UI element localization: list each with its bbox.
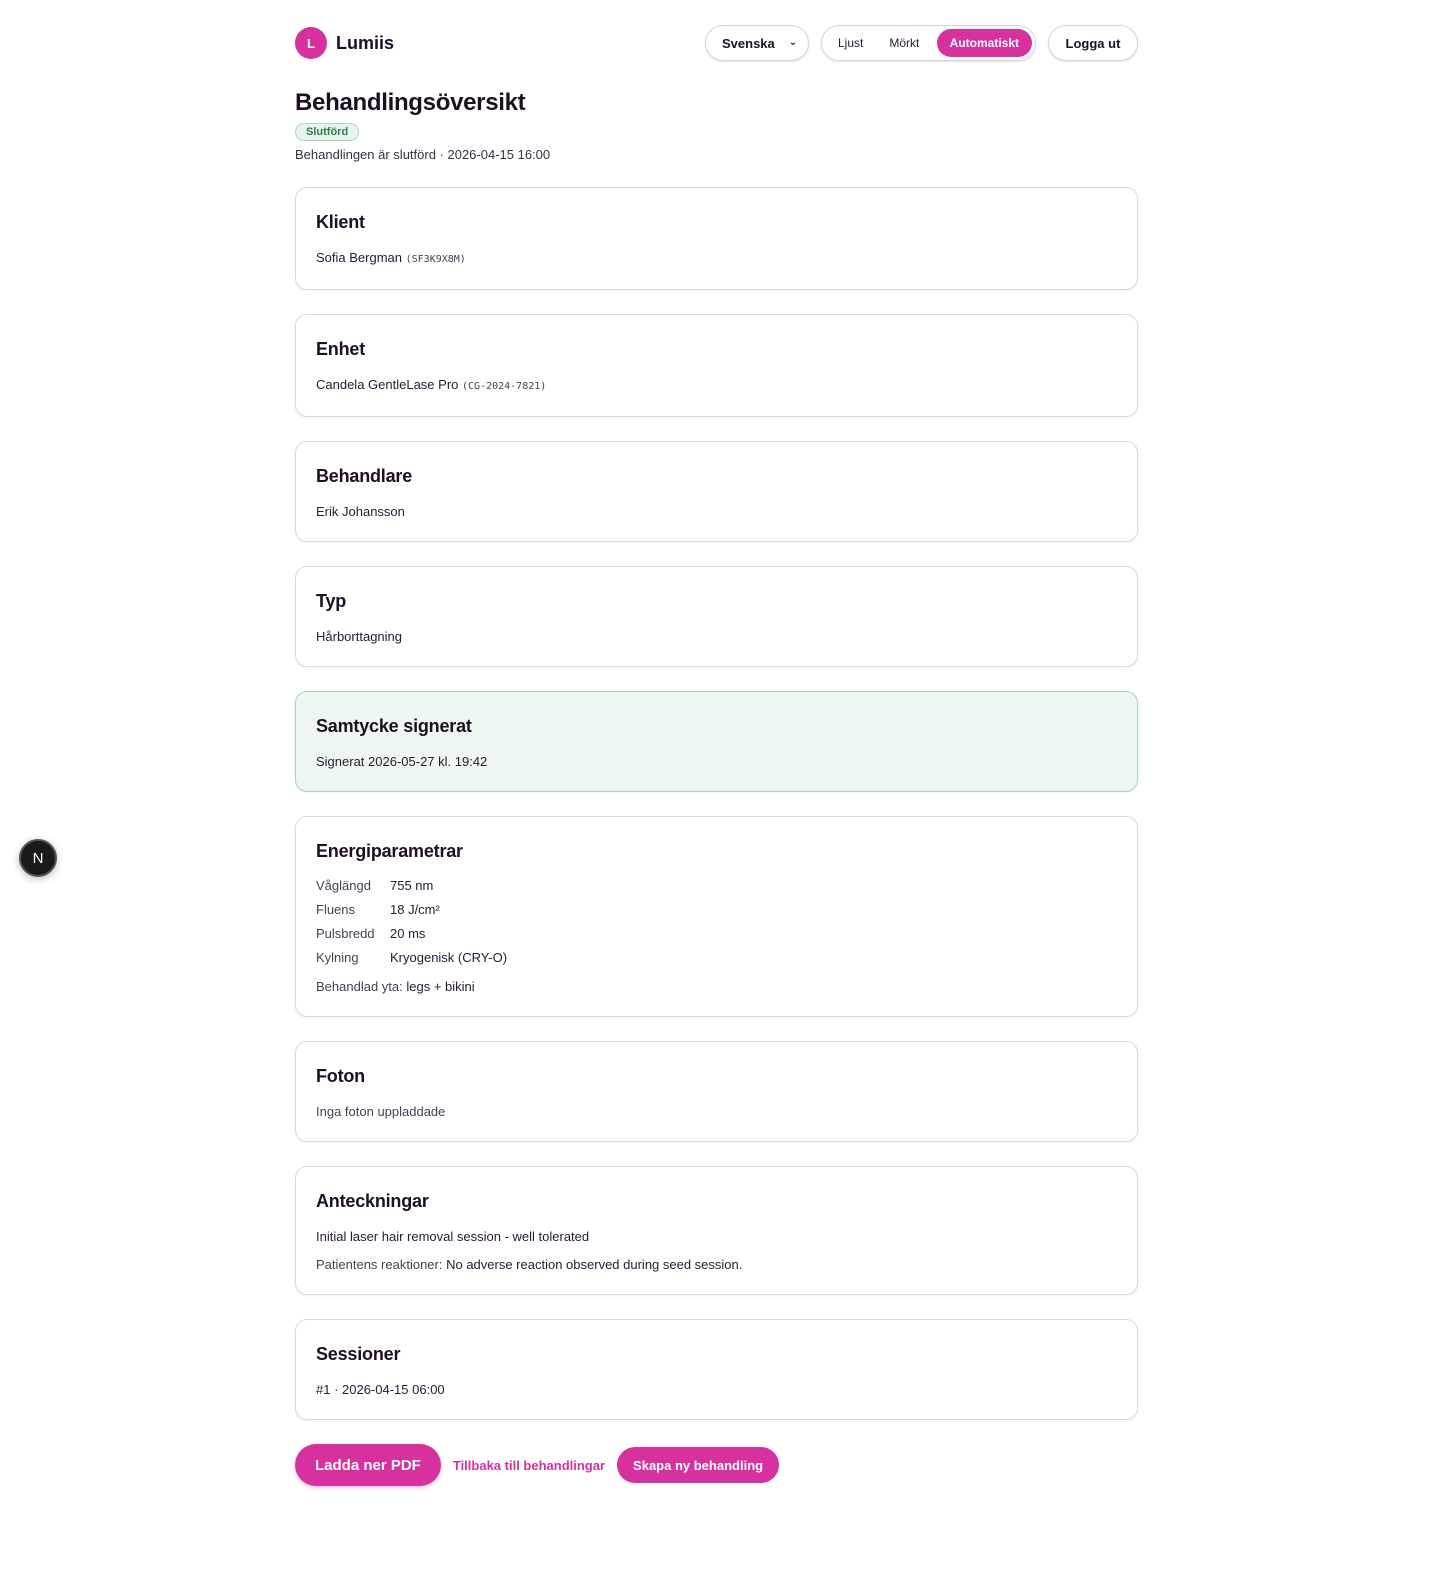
notes-card: Anteckningar Initial laser hair removal … [295,1166,1138,1295]
brand[interactable]: L Lumiis [295,27,394,59]
note-text: Initial laser hair removal session - wel… [316,1229,590,1244]
consent-card: Samtycke signerat Signerat 2026-05-27 kl… [295,691,1138,792]
treated-area-value: legs + bikini [406,979,475,994]
notes-card-title: Anteckningar [316,1191,429,1211]
photos-card: Foton Inga foton uppladdade [295,1041,1138,1142]
practitioner-name: Erik Johansson [316,504,405,519]
param-value: Kryogenisk (CRY-O) [390,950,508,965]
sessions-card-title: Sessioner [316,1344,401,1364]
language-select[interactable]: Svenska ⌄ [705,25,809,61]
energy-card: Energiparametrar Våglängd 755 nm Fluens … [295,816,1138,1017]
device-code: (CG-2024-7821) [462,381,547,392]
theme-switcher: Ljust Mörkt Automatiskt [821,25,1036,61]
patient-reactions-value: No adverse reaction observed during seed… [446,1257,743,1272]
device-card-title: Enhet [316,339,366,359]
param-label: Pulsbredd [316,926,375,941]
brand-logo-icon: L [295,27,327,59]
client-card: Klient Sofia Bergman (SF3K9X8M) [295,187,1138,290]
page-title: Behandlingsöversikt [295,89,526,116]
download-pdf-button[interactable]: Ladda ner PDF [295,1444,441,1486]
status-badge: Slutförd [295,123,360,141]
dev-tools-badge-icon[interactable]: N [19,839,57,877]
device-name: Candela GentleLase Pro [316,377,459,392]
treated-area-label: Behandlad yta: [316,979,403,994]
param-value: 755 nm [390,878,434,893]
page-container: L Lumiis Svenska ⌄ Ljust Mörkt Automatis… [295,0,1138,1486]
param-label: Kylning [316,950,359,965]
create-treatment-button[interactable]: Skapa ny behandling [617,1447,780,1483]
client-name: Sofia Bergman [316,250,402,265]
practitioner-card-title: Behandlare [316,466,413,486]
theme-option-auto[interactable]: Automatiskt [936,29,1032,57]
chevron-down-icon: ⌄ [788,37,798,48]
param-row: Fluens 18 J/cm² [316,898,507,922]
patient-reactions-label: Patientens reaktioner: [316,1257,443,1272]
param-row: Pulsbredd 20 ms [316,922,507,946]
device-card: Enhet Candela GentleLase Pro (CG-2024-78… [295,314,1138,417]
param-value: 20 ms [390,926,426,941]
cards-list: Klient Sofia Bergman (SF3K9X8M) Enhet Ca… [295,187,1138,1420]
energy-params-table: Våglängd 755 nm Fluens 18 J/cm² Pulsbred… [316,874,507,970]
language-select-value: Svenska [722,35,775,51]
theme-option-dark[interactable]: Mörkt [876,29,932,57]
session-item: #1 · 2026-04-15 06:00 [316,1382,445,1397]
brand-name: Lumiis [336,32,395,53]
device-info: Candela GentleLase Pro (CG-2024-7821) [316,376,1117,396]
param-value: 18 J/cm² [390,902,440,917]
param-row: Våglängd 755 nm [316,874,507,898]
practitioner-card: Behandlare Erik Johansson [295,441,1138,542]
type-card-title: Typ [316,591,347,611]
back-to-treatments-link[interactable]: Tillbaka till behandlingar [453,1458,605,1473]
top-header: L Lumiis Svenska ⌄ Ljust Mörkt Automatis… [295,0,1138,86]
client-code: (SF3K9X8M) [405,254,466,265]
treated-area: Behandlad yta: legs + bikini [316,978,1117,996]
patient-reactions: Patientens reaktioner: No adverse reacti… [316,1256,1117,1274]
header-controls: Svenska ⌄ Ljust Mörkt Automatiskt Logga … [705,25,1138,61]
consent-card-title: Samtycke signerat [316,716,472,736]
consent-signed-text: Signerat 2026-05-27 kl. 19:42 [316,754,488,769]
param-label: Fluens [316,902,356,917]
param-label: Våglängd [316,878,371,893]
param-row: Kylning Kryogenisk (CRY-O) [316,946,507,970]
photos-card-title: Foton [316,1066,365,1086]
status-line: Behandlingen är slutförd · 2026-04-15 16… [295,147,551,162]
sessions-card: Sessioner #1 · 2026-04-15 06:00 [295,1319,1138,1420]
energy-card-title: Energiparametrar [316,841,463,861]
action-bar: Ladda ner PDF Tillbaka till behandlingar… [295,1444,1138,1486]
photos-empty-text: Inga foton uppladdade [316,1104,446,1119]
treatment-type: Hårborttagning [316,629,402,644]
type-card: Typ Hårborttagning [295,566,1138,667]
theme-option-light[interactable]: Ljust [825,29,876,57]
client-info: Sofia Bergman (SF3K9X8M) [316,249,1117,269]
client-card-title: Klient [316,212,365,232]
logout-button[interactable]: Logga ut [1048,25,1138,61]
